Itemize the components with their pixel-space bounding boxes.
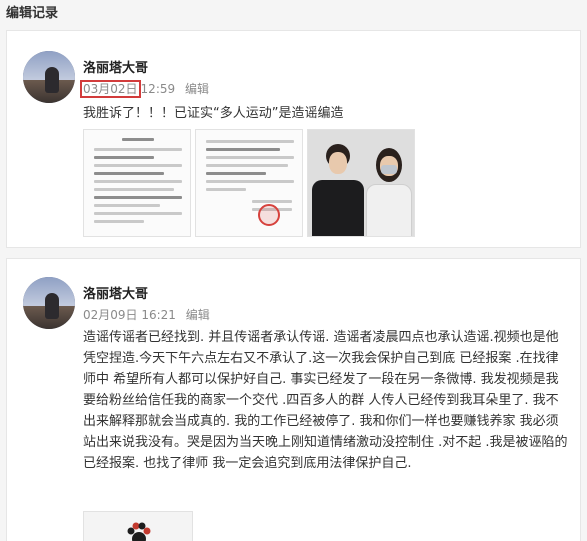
highlighted-date: 03月02日 (80, 80, 141, 98)
edit-entry-card: 洛丽塔大哥 02月09日 16:21 编辑 造谣传谣者已经找到. 并且传谣者承认… (6, 258, 581, 541)
post-time: 12:59 (140, 82, 176, 96)
edit-link[interactable]: 编辑 (186, 308, 210, 322)
post-meta: 03月02日 12:59 编辑 (80, 80, 209, 98)
avatar[interactable] (23, 51, 75, 103)
photo-image[interactable] (307, 129, 415, 237)
edit-entry-card: 洛丽塔大哥 03月02日 12:59 编辑 我胜诉了！！！已证实“多人运动”是造谣… (6, 30, 581, 248)
post-text: 我胜诉了！！！已证实“多人运动”是造谣编造 (83, 106, 344, 121)
author-name[interactable]: 洛丽塔大哥 (83, 57, 148, 76)
post-datetime: 02月09日 16:21 (83, 308, 176, 322)
seal-stamp (258, 204, 280, 226)
author-name[interactable]: 洛丽塔大哥 (83, 283, 148, 302)
image-gallery (83, 129, 415, 237)
photo-image[interactable] (83, 511, 193, 541)
paw-print-icon (127, 522, 151, 541)
edit-link[interactable]: 编辑 (185, 82, 209, 96)
document-image[interactable] (195, 129, 303, 237)
document-image[interactable] (83, 129, 191, 237)
post-text: 造谣传谣者已经找到. 并且传谣者承认传谣. 造谣者凌晨四点也承认造谣.视频也是他… (83, 330, 568, 471)
edit-history-page: 编辑记录 洛丽塔大哥 03月02日 12:59 编辑 我胜诉了！！！已证实“多人运… (0, 0, 587, 541)
post-meta: 02月09日 16:21 编辑 (83, 306, 210, 323)
avatar[interactable] (23, 277, 75, 329)
page-title: 编辑记录 (6, 6, 59, 21)
